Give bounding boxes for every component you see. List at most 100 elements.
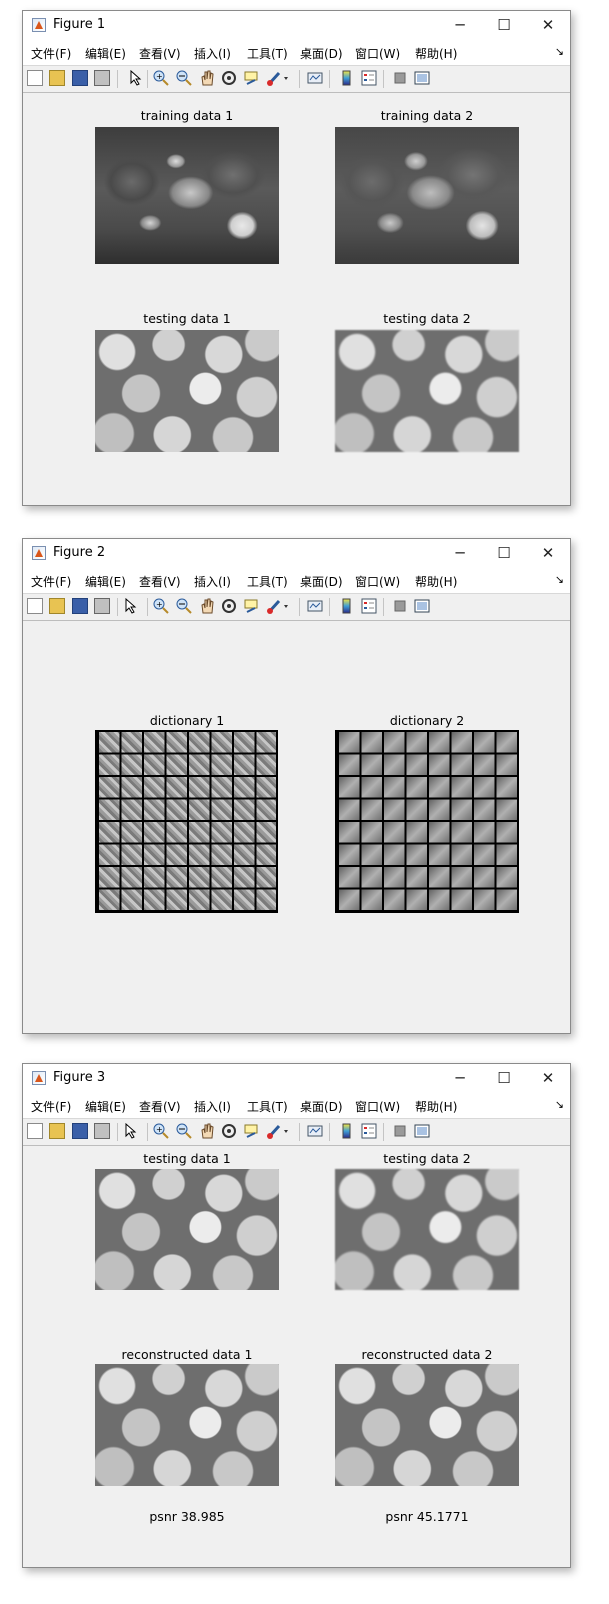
figure-window-3[interactable]: Figure 3 ─ ☐ ✕ 文件(F) 编辑(E) 查看(V) 插入(I) 工… bbox=[22, 1063, 571, 1568]
minimize-button[interactable]: ─ bbox=[446, 1068, 474, 1088]
hide-plot-tools-icon[interactable] bbox=[392, 70, 408, 86]
menu-insert[interactable]: 插入(I) bbox=[194, 1098, 231, 1115]
print-icon[interactable] bbox=[94, 70, 110, 86]
new-figure-icon[interactable] bbox=[27, 598, 43, 614]
brush-icon[interactable] bbox=[267, 598, 288, 614]
dock-arrow-icon[interactable]: ↘ bbox=[555, 1098, 564, 1111]
minimize-button[interactable]: ─ bbox=[446, 15, 474, 35]
brush-icon[interactable] bbox=[267, 70, 288, 86]
rotate-3d-icon[interactable] bbox=[221, 1123, 237, 1139]
new-figure-icon[interactable] bbox=[27, 1123, 43, 1139]
dock-arrow-icon[interactable]: ↘ bbox=[555, 573, 564, 586]
pan-hand-icon[interactable] bbox=[199, 598, 215, 614]
dock-arrow-icon[interactable]: ↘ bbox=[555, 45, 564, 58]
hide-plot-tools-icon[interactable] bbox=[392, 1123, 408, 1139]
close-button[interactable]: ✕ bbox=[534, 543, 562, 563]
toolbar-separator bbox=[329, 70, 330, 88]
brush-icon[interactable] bbox=[267, 1123, 288, 1139]
open-file-icon[interactable] bbox=[49, 598, 65, 614]
select-arrow-icon[interactable] bbox=[125, 1122, 141, 1139]
image-testing-data-1 bbox=[95, 1169, 279, 1290]
close-button[interactable]: ✕ bbox=[534, 15, 562, 35]
menu-edit[interactable]: 编辑(E) bbox=[85, 573, 126, 590]
pan-hand-icon[interactable] bbox=[199, 70, 215, 86]
data-cursor-icon[interactable] bbox=[243, 70, 259, 86]
figure-window-2[interactable]: Figure 2 ─ ☐ ✕ 文件(F) 编辑(E) 查看(V) 插入(I) 工… bbox=[22, 538, 571, 1034]
show-plot-tools-icon[interactable] bbox=[414, 598, 430, 614]
menu-help[interactable]: 帮助(H) bbox=[415, 1098, 457, 1115]
insert-legend-icon[interactable] bbox=[361, 1123, 377, 1139]
insert-legend-icon[interactable] bbox=[361, 70, 377, 86]
save-icon[interactable] bbox=[72, 70, 88, 86]
menu-desktop[interactable]: 桌面(D) bbox=[300, 1098, 343, 1115]
menu-desktop[interactable]: 桌面(D) bbox=[300, 573, 343, 590]
title-bar[interactable]: Figure 1 ─ ☐ ✕ bbox=[23, 11, 570, 39]
zoom-in-icon[interactable]: + bbox=[153, 1123, 169, 1139]
insert-colorbar-icon[interactable] bbox=[339, 1123, 355, 1139]
menu-edit[interactable]: 编辑(E) bbox=[85, 1098, 126, 1115]
axes-title: reconstructed data 2 bbox=[361, 1347, 493, 1362]
menu-insert[interactable]: 插入(I) bbox=[194, 45, 231, 62]
insert-colorbar-icon[interactable] bbox=[339, 70, 355, 86]
toolbar-separator bbox=[383, 1123, 384, 1141]
title-bar[interactable]: Figure 2 ─ ☐ ✕ bbox=[23, 539, 570, 567]
menu-tools[interactable]: 工具(T) bbox=[247, 1098, 288, 1115]
menu-desktop[interactable]: 桌面(D) bbox=[300, 45, 343, 62]
insert-legend-icon[interactable] bbox=[361, 598, 377, 614]
title-bar[interactable]: Figure 3 ─ ☐ ✕ bbox=[23, 1064, 570, 1092]
hide-plot-tools-icon[interactable] bbox=[392, 598, 408, 614]
menu-edit[interactable]: 编辑(E) bbox=[85, 45, 126, 62]
menu-tools[interactable]: 工具(T) bbox=[247, 573, 288, 590]
maximize-button[interactable]: ☐ bbox=[490, 543, 518, 563]
menu-help[interactable]: 帮助(H) bbox=[415, 45, 457, 62]
print-icon[interactable] bbox=[94, 598, 110, 614]
open-file-icon[interactable] bbox=[49, 70, 65, 86]
menu-file[interactable]: 文件(F) bbox=[31, 1098, 71, 1115]
menu-insert[interactable]: 插入(I) bbox=[194, 573, 231, 590]
axes-title: testing data 2 bbox=[383, 311, 471, 326]
open-file-icon[interactable] bbox=[49, 1123, 65, 1139]
menu-tools[interactable]: 工具(T) bbox=[247, 45, 288, 62]
zoom-out-icon[interactable] bbox=[176, 1123, 192, 1139]
menu-view[interactable]: 查看(V) bbox=[139, 573, 181, 590]
menu-bar: 文件(F) 编辑(E) 查看(V) 插入(I) 工具(T) 桌面(D) 窗口(W… bbox=[23, 1092, 570, 1118]
zoom-out-icon[interactable] bbox=[176, 598, 192, 614]
close-button[interactable]: ✕ bbox=[534, 1068, 562, 1088]
insert-colorbar-icon[interactable] bbox=[339, 598, 355, 614]
new-figure-icon[interactable] bbox=[27, 70, 43, 86]
data-cursor-icon[interactable] bbox=[243, 598, 259, 614]
menu-help[interactable]: 帮助(H) bbox=[415, 573, 457, 590]
axes-title: dictionary 1 bbox=[149, 713, 225, 728]
menu-window[interactable]: 窗口(W) bbox=[355, 573, 400, 590]
select-arrow-icon[interactable] bbox=[125, 69, 142, 86]
image-training-data-1 bbox=[95, 127, 279, 264]
menu-window[interactable]: 窗口(W) bbox=[355, 45, 400, 62]
print-icon[interactable] bbox=[94, 1123, 110, 1139]
image-dictionary-2 bbox=[335, 730, 519, 913]
menu-window[interactable]: 窗口(W) bbox=[355, 1098, 400, 1115]
menu-view[interactable]: 查看(V) bbox=[139, 1098, 181, 1115]
link-plot-icon[interactable] bbox=[307, 1123, 323, 1139]
link-plot-icon[interactable] bbox=[307, 70, 323, 86]
minimize-button[interactable]: ─ bbox=[446, 543, 474, 563]
save-icon[interactable] bbox=[72, 598, 88, 614]
maximize-button[interactable]: ☐ bbox=[490, 15, 518, 35]
data-cursor-icon[interactable] bbox=[243, 1123, 259, 1139]
figure-window-1[interactable]: Figure 1 ─ ☐ ✕ 文件(F) 编辑(E) 查看(V) 插入(I) 工… bbox=[22, 10, 571, 506]
save-icon[interactable] bbox=[72, 1123, 88, 1139]
menu-view[interactable]: 查看(V) bbox=[139, 45, 181, 62]
zoom-out-icon[interactable] bbox=[176, 70, 192, 86]
link-plot-icon[interactable] bbox=[307, 598, 323, 614]
menu-file[interactable]: 文件(F) bbox=[31, 45, 71, 62]
image-testing-data-2 bbox=[335, 1169, 519, 1290]
select-arrow-icon[interactable] bbox=[125, 597, 141, 614]
maximize-button[interactable]: ☐ bbox=[490, 1068, 518, 1088]
pan-hand-icon[interactable] bbox=[199, 1123, 215, 1139]
menu-file[interactable]: 文件(F) bbox=[31, 573, 71, 590]
zoom-in-icon[interactable]: + bbox=[153, 70, 169, 86]
rotate-3d-icon[interactable] bbox=[221, 598, 237, 614]
show-plot-tools-icon[interactable] bbox=[414, 1123, 430, 1139]
show-plot-tools-icon[interactable] bbox=[414, 70, 430, 86]
rotate-3d-icon[interactable] bbox=[221, 70, 237, 86]
zoom-in-icon[interactable]: + bbox=[153, 598, 169, 614]
